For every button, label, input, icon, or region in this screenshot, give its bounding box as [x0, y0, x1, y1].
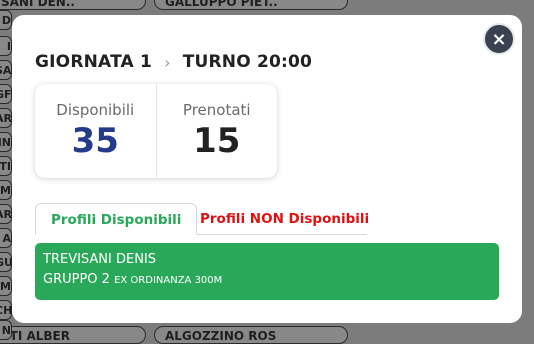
background-tab: GU	[0, 252, 12, 272]
background-tab: IN	[0, 132, 12, 152]
background-tab: CH	[0, 300, 12, 320]
background-tab: I	[0, 36, 12, 56]
background-tab: A G	[0, 228, 12, 248]
stats-card: Disponibili 35 Prenotati 15	[35, 84, 277, 178]
background-pill: STI ALBER	[0, 326, 146, 344]
chevron-right-icon: ›	[164, 52, 171, 72]
background-tab: M	[0, 180, 12, 200]
background-tab: GF	[0, 84, 12, 104]
background-tab: AR	[0, 108, 12, 128]
booked-label: Prenotati	[182, 101, 251, 119]
breadcrumb: GIORNATA 1 › TURNO 20:00	[35, 52, 312, 72]
background-tab: AR	[0, 204, 12, 224]
background-pill: GALLUPPO PIET..	[154, 0, 348, 10]
available-stat: Disponibili 35	[35, 84, 156, 178]
background-tab: M	[0, 276, 12, 296]
breadcrumb-turn: TURNO 20:00	[182, 52, 313, 72]
background-tab: TI	[0, 156, 12, 176]
background-tab: N	[0, 320, 12, 340]
booked-count: 15	[193, 121, 241, 161]
profile-tabs: Profili Disponibili Profili NON Disponib…	[35, 203, 369, 235]
background-tab: SA	[0, 60, 12, 80]
available-count: 35	[71, 121, 119, 161]
breadcrumb-day: GIORNATA 1	[35, 52, 153, 72]
booked-stat: Prenotati 15	[155, 84, 278, 178]
profile-card[interactable]: TREVISANI DENIS GRUPPO 2 EX ORDINANZA 30…	[35, 243, 499, 300]
profile-note: EX ORDINANZA 300M	[114, 275, 223, 286]
available-label: Disponibili	[56, 101, 135, 119]
tab-available-profiles[interactable]: Profili Disponibili	[35, 203, 198, 235]
close-icon[interactable]: ×	[491, 29, 506, 50]
background-pill: ALGOZZINO ROS	[154, 326, 348, 344]
profile-group: GRUPPO 2	[43, 272, 110, 287]
background-tab: D	[0, 10, 12, 30]
close-button[interactable]: ×	[483, 23, 515, 55]
tab-unavailable-profiles[interactable]: Profili NON Disponibili	[185, 203, 384, 235]
profile-name: TREVISANI DENIS	[43, 252, 157, 267]
profile-group-line: GRUPPO 2 EX ORDINANZA 300M	[43, 272, 491, 287]
background-pill: SANI DEN..	[0, 0, 146, 10]
